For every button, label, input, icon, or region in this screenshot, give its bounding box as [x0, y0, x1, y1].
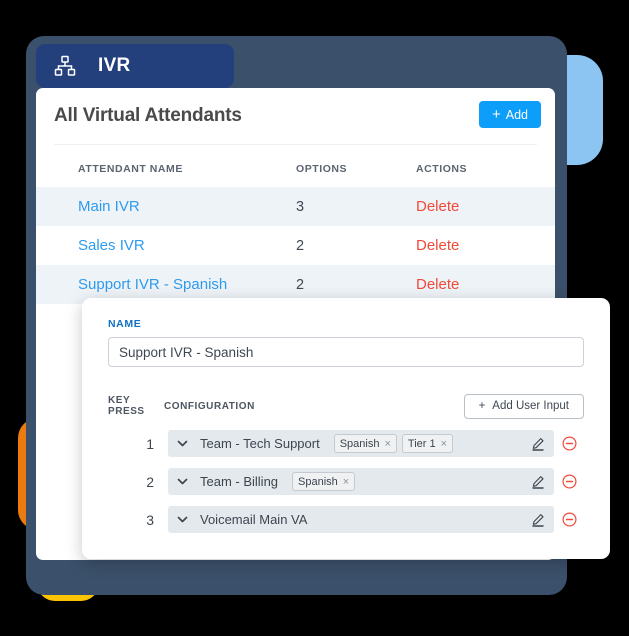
- tag-chip[interactable]: Tier 1 ×: [401, 434, 454, 453]
- destination-label: Team - Tech Support: [200, 436, 320, 451]
- chevron-down-icon: [177, 438, 188, 449]
- chevron-down-icon: [177, 476, 188, 487]
- table-row: Main IVR 3 Delete: [36, 187, 555, 226]
- column-header-name: ATTENDANT NAME: [78, 163, 183, 175]
- attendants-table: ATTENDANT NAME OPTIONS ACTIONS Main IVR …: [36, 145, 555, 304]
- plus-icon: +: [491, 106, 501, 123]
- key-press-header: KEY PRESS: [108, 395, 145, 417]
- edit-pencil-icon[interactable]: [528, 510, 548, 530]
- config-row: 2 Team - Billing Spanish ×: [108, 468, 584, 495]
- edit-pencil-icon[interactable]: [528, 434, 548, 454]
- attendant-name-link[interactable]: Sales IVR: [78, 237, 145, 254]
- attendant-name-link[interactable]: Main IVR: [78, 198, 140, 215]
- name-field-label: NAME: [108, 318, 142, 330]
- tag-label: Tier 1: [407, 437, 436, 450]
- destination-select[interactable]: Voicemail Main VA: [168, 506, 554, 533]
- key-press-number: 2: [146, 473, 154, 490]
- key-press-number: 3: [146, 511, 154, 528]
- remove-row-button[interactable]: [554, 512, 584, 527]
- card-header: All Virtual Attendants + Add: [36, 88, 555, 144]
- key-press-number: 1: [146, 435, 154, 452]
- tag-list: Spanish ×: [292, 472, 356, 491]
- ivr-tab-label: IVR: [98, 55, 131, 76]
- table-row: Sales IVR 2 Delete: [36, 226, 555, 265]
- config-row: 3 Voicemail Main VA: [108, 506, 584, 533]
- attendant-options: 3: [296, 198, 305, 215]
- add-user-input-label: Add User Input: [492, 400, 569, 412]
- add-button[interactable]: + Add: [478, 101, 541, 128]
- delete-link[interactable]: Delete: [416, 198, 459, 215]
- config-row: 1 Team - Tech Support Spanish × Tier 1 ×: [108, 430, 584, 457]
- remove-row-button[interactable]: [554, 474, 584, 489]
- tag-remove-icon[interactable]: ×: [384, 438, 390, 450]
- tag-chip[interactable]: Spanish ×: [333, 434, 397, 453]
- attendant-options: 2: [296, 237, 305, 254]
- add-user-input-button[interactable]: + Add User Input: [463, 393, 584, 419]
- configuration-header: CONFIGURATION: [164, 400, 255, 412]
- page-title: All Virtual Attendants: [54, 105, 242, 126]
- table-header-row: ATTENDANT NAME OPTIONS ACTIONS: [36, 145, 555, 187]
- configuration-header-row: KEY PRESS CONFIGURATION + Add User Input: [108, 393, 584, 419]
- tag-list: Spanish × Tier 1 ×: [333, 434, 454, 453]
- name-input[interactable]: [108, 337, 584, 367]
- ivr-tab[interactable]: IVR: [36, 44, 234, 88]
- edit-pencil-icon[interactable]: [528, 472, 548, 492]
- column-header-actions: ACTIONS: [416, 163, 468, 175]
- tag-remove-icon[interactable]: ×: [441, 438, 447, 450]
- tag-chip[interactable]: Spanish ×: [292, 472, 356, 491]
- attendant-name-link[interactable]: Support IVR - Spanish: [78, 276, 227, 293]
- delete-link[interactable]: Delete: [416, 276, 459, 293]
- column-header-options: OPTIONS: [296, 163, 348, 175]
- destination-label: Team - Billing: [200, 474, 279, 489]
- destination-select[interactable]: Team - Tech Support Spanish × Tier 1 ×: [168, 430, 554, 457]
- destination-label: Voicemail Main VA: [200, 512, 308, 527]
- tag-label: Spanish: [298, 475, 338, 488]
- remove-row-button[interactable]: [554, 436, 584, 451]
- add-button-label: Add: [505, 107, 528, 122]
- destination-select[interactable]: Team - Billing Spanish ×: [168, 468, 554, 495]
- chevron-down-icon: [177, 514, 188, 525]
- tag-label: Spanish: [339, 437, 380, 450]
- tag-remove-icon[interactable]: ×: [343, 476, 349, 488]
- edit-attendant-modal: NAME KEY PRESS CONFIGURATION + Add User …: [82, 298, 610, 559]
- sitemap-icon: [54, 55, 76, 77]
- delete-link[interactable]: Delete: [416, 237, 459, 254]
- plus-icon: +: [478, 400, 486, 412]
